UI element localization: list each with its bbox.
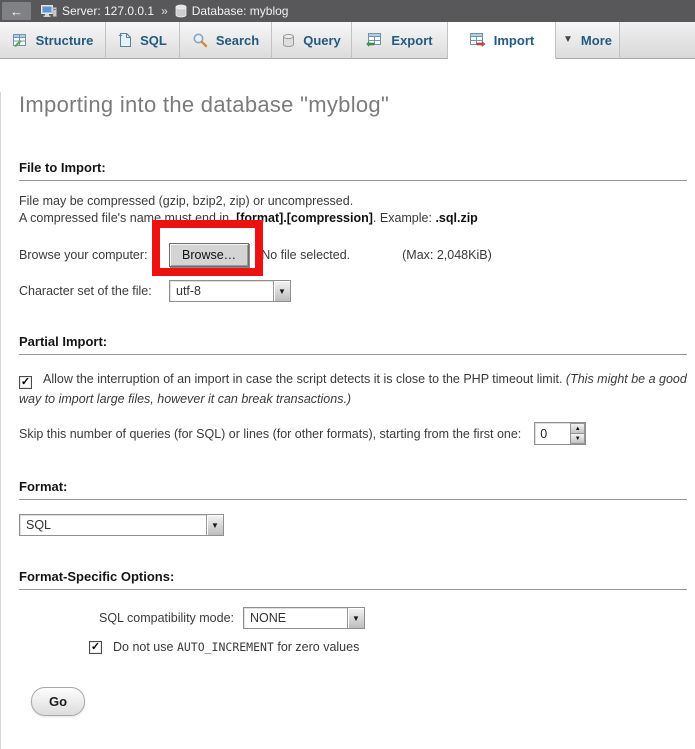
go-button[interactable]: Go — [31, 687, 85, 716]
tab-label: More — [581, 33, 612, 48]
hint-line-1: File may be compressed (gzip, bzip2, zip… — [19, 193, 687, 210]
no-file-selected-text: No file selected. — [261, 248, 350, 262]
browse-label: Browse your computer: — [19, 248, 169, 262]
sql-compatibility-label: SQL compatibility mode: — [99, 611, 234, 625]
section-heading-partial-import: Partial Import: — [19, 334, 687, 355]
tab-export[interactable]: Export — [352, 22, 448, 59]
max-size-note: (Max: 2,048KiB) — [402, 248, 492, 262]
spinner-up-button[interactable]: ▲ — [570, 423, 585, 434]
tab-import[interactable]: Import — [448, 22, 556, 59]
format-select[interactable]: SQL ▼ — [19, 514, 224, 536]
export-icon — [366, 32, 383, 48]
auto-increment-text: Do not use AUTO_INCREMENT for zero value… — [113, 640, 359, 654]
back-button[interactable]: ← — [2, 2, 31, 20]
breadcrumb-bar: ← Server: 127.0.0.1 » Database: myblog — [0, 0, 695, 22]
spinner-down-icon: ▼ — [575, 436, 581, 442]
charset-select[interactable]: utf-8 ▼ — [169, 280, 291, 302]
dropdown-arrow-icon[interactable]: ▼ — [206, 515, 223, 535]
back-arrow-icon: ← — [10, 4, 23, 19]
sql-compatibility-value: NONE — [244, 608, 347, 628]
checkmark-icon: ✓ — [21, 377, 30, 388]
auto-increment-code: AUTO_INCREMENT — [177, 640, 274, 654]
charset-row: Character set of the file: utf-8 ▼ — [19, 280, 695, 302]
spinner-buttons: ▲ ▼ — [570, 423, 585, 444]
sql-document-icon — [118, 32, 132, 48]
tab-label: Import — [494, 33, 534, 48]
search-icon — [192, 32, 208, 48]
format-selected-value: SQL — [20, 515, 206, 535]
spinner-up-icon: ▲ — [575, 426, 581, 432]
charset-selected-value: utf-8 — [170, 281, 273, 301]
tab-label: Search — [216, 33, 259, 48]
sql-compatibility-row: SQL compatibility mode: NONE ▼ — [99, 607, 695, 629]
tab-query[interactable]: Query — [272, 22, 352, 59]
tab-sql[interactable]: SQL — [106, 22, 180, 59]
spinner-down-button[interactable]: ▼ — [570, 434, 585, 444]
section-heading-file-to-import: File to Import: — [19, 160, 687, 181]
tab-bar: Structure SQL Search Query — [0, 22, 695, 59]
server-icon — [41, 4, 57, 18]
tab-label: Export — [391, 33, 432, 48]
skip-queries-stepper[interactable]: 0 ▲ ▼ — [534, 422, 586, 445]
browse-button[interactable]: Browse… — [169, 243, 249, 267]
auto-increment-checkbox[interactable]: ✓ — [89, 641, 102, 654]
breadcrumb: Server: 127.0.0.1 » Database: myblog — [41, 4, 288, 18]
auto-increment-row: ✓ Do not use AUTO_INCREMENT for zero val… — [89, 640, 695, 654]
breadcrumb-separator: » — [161, 4, 168, 18]
section-heading-format: Format: — [19, 479, 687, 500]
sql-compatibility-select[interactable]: NONE ▼ — [243, 607, 365, 629]
breadcrumb-server[interactable]: Server: 127.0.0.1 — [62, 4, 154, 18]
tab-label: Query — [303, 33, 341, 48]
dropdown-arrow-icon[interactable]: ▼ — [347, 608, 364, 628]
skip-queries-row: Skip this number of queries (for SQL) or… — [19, 422, 695, 445]
tab-structure[interactable]: Structure — [0, 22, 106, 59]
database-icon — [175, 4, 187, 18]
allow-interruption-text: Allow the interruption of an import in c… — [43, 372, 566, 386]
import-icon — [469, 32, 486, 48]
tab-search[interactable]: Search — [180, 22, 272, 59]
skip-queries-value: 0 — [535, 423, 570, 444]
charset-label: Character set of the file: — [19, 284, 169, 298]
page-title: Importing into the database "myblog" — [19, 92, 695, 118]
compression-hint: File may be compressed (gzip, bzip2, zip… — [19, 193, 687, 227]
structure-icon — [12, 32, 28, 48]
skip-queries-label: Skip this number of queries (for SQL) or… — [19, 427, 521, 441]
checkmark-icon: ✓ — [91, 642, 100, 653]
file-upload-row: Browse your computer: Browse… No file se… — [19, 243, 695, 267]
chevron-down-icon: ▼ — [563, 35, 573, 45]
tab-label: SQL — [140, 33, 167, 48]
allow-interruption-row: ✓ Allow the interruption of an import in … — [19, 369, 687, 409]
allow-interruption-checkbox[interactable]: ✓ — [19, 376, 32, 389]
tab-more[interactable]: ▼ More — [556, 22, 620, 59]
query-database-icon — [282, 33, 295, 48]
tab-label: Structure — [36, 33, 94, 48]
tab-bar-filler — [620, 22, 695, 59]
import-page: Importing into the database "myblog" Fil… — [0, 92, 695, 749]
hint-line-2: A compressed file's name must end in .[f… — [19, 210, 687, 227]
dropdown-arrow-icon[interactable]: ▼ — [273, 281, 290, 301]
section-heading-format-specific: Format-Specific Options: — [19, 569, 687, 590]
breadcrumb-database[interactable]: Database: myblog — [192, 4, 289, 18]
